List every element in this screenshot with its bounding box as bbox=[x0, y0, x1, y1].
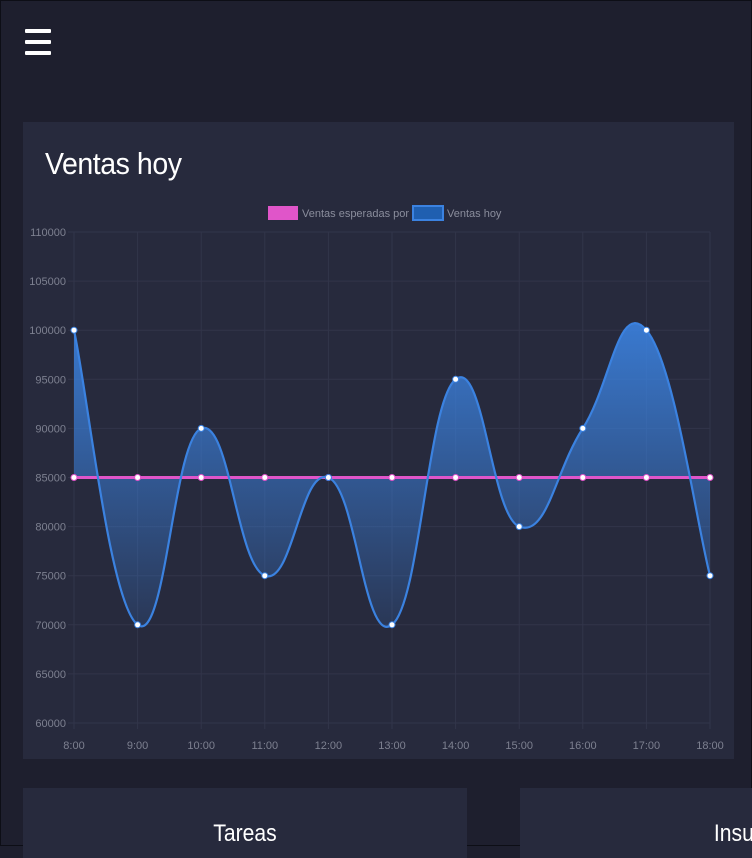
x-tick-label: 18:00 bbox=[696, 740, 724, 752]
legend-swatch-expected bbox=[268, 206, 298, 220]
sales-today-card: Ventas hoy 110000 105000 100000 95000 90000 8… bbox=[23, 122, 734, 759]
x-tick-label: 14:00 bbox=[442, 740, 470, 752]
tasks-card: Tareas bbox=[23, 788, 467, 858]
y-tick-label: 110000 bbox=[30, 227, 66, 239]
supplies-title: Insum bbox=[713, 820, 752, 847]
expected-point bbox=[452, 474, 460, 481]
sales-point bbox=[706, 572, 714, 580]
x-tick-label: 10:00 bbox=[187, 740, 215, 752]
sales-point bbox=[579, 424, 587, 432]
supplies-card: Insum bbox=[520, 788, 752, 858]
menu-bar bbox=[25, 40, 51, 44]
legend-label: Ventas hoy bbox=[447, 208, 502, 220]
sales-point bbox=[324, 474, 332, 481]
sales-point bbox=[452, 375, 460, 383]
tasks-title: Tareas bbox=[213, 820, 277, 847]
expected-point bbox=[579, 474, 587, 481]
sales-point bbox=[261, 572, 269, 580]
sales-point bbox=[134, 621, 142, 629]
legend-swatch-sales bbox=[412, 205, 444, 221]
sales-point bbox=[515, 523, 523, 531]
y-tick-label: 105000 bbox=[29, 276, 66, 288]
x-tick-label: 9:00 bbox=[127, 740, 148, 752]
expected-point bbox=[706, 474, 714, 481]
expected-point bbox=[197, 474, 205, 481]
x-tick-label: 8:00 bbox=[63, 740, 84, 752]
x-tick-label: 17:00 bbox=[633, 740, 661, 752]
expected-point bbox=[70, 474, 78, 481]
y-tick-label: 75000 bbox=[35, 571, 66, 583]
y-tick-label: 90000 bbox=[35, 423, 66, 435]
expected-point bbox=[134, 474, 142, 481]
sales-point bbox=[642, 326, 650, 334]
y-tick-label: 60000 bbox=[35, 718, 66, 730]
menu-bar bbox=[25, 29, 51, 33]
expected-point bbox=[388, 474, 396, 481]
sales-chart: 110000 105000 100000 95000 90000 85000 80000 75… bbox=[29, 205, 724, 752]
hamburger-menu-icon[interactable] bbox=[25, 29, 51, 57]
y-tick-label: 85000 bbox=[35, 473, 66, 485]
y-tick-label: 80000 bbox=[35, 522, 66, 534]
y-tick-label: 100000 bbox=[29, 325, 66, 337]
x-tick-label: 16:00 bbox=[569, 740, 597, 752]
sales-point bbox=[70, 326, 78, 334]
y-tick-label: 65000 bbox=[35, 669, 66, 681]
expected-point bbox=[642, 474, 650, 481]
x-tick-label: 11:00 bbox=[251, 740, 278, 752]
x-tick-label: 12:00 bbox=[315, 740, 343, 752]
y-tick-label: 70000 bbox=[35, 620, 66, 632]
x-tick-label: 15:00 bbox=[505, 740, 533, 752]
x-tick-label: 13:00 bbox=[378, 740, 406, 752]
menu-bar bbox=[25, 51, 51, 55]
expected-point bbox=[261, 474, 269, 481]
expected-point bbox=[515, 474, 523, 481]
sales-point bbox=[197, 424, 205, 432]
sales-point bbox=[388, 621, 396, 629]
y-tick-label: 95000 bbox=[35, 374, 66, 386]
